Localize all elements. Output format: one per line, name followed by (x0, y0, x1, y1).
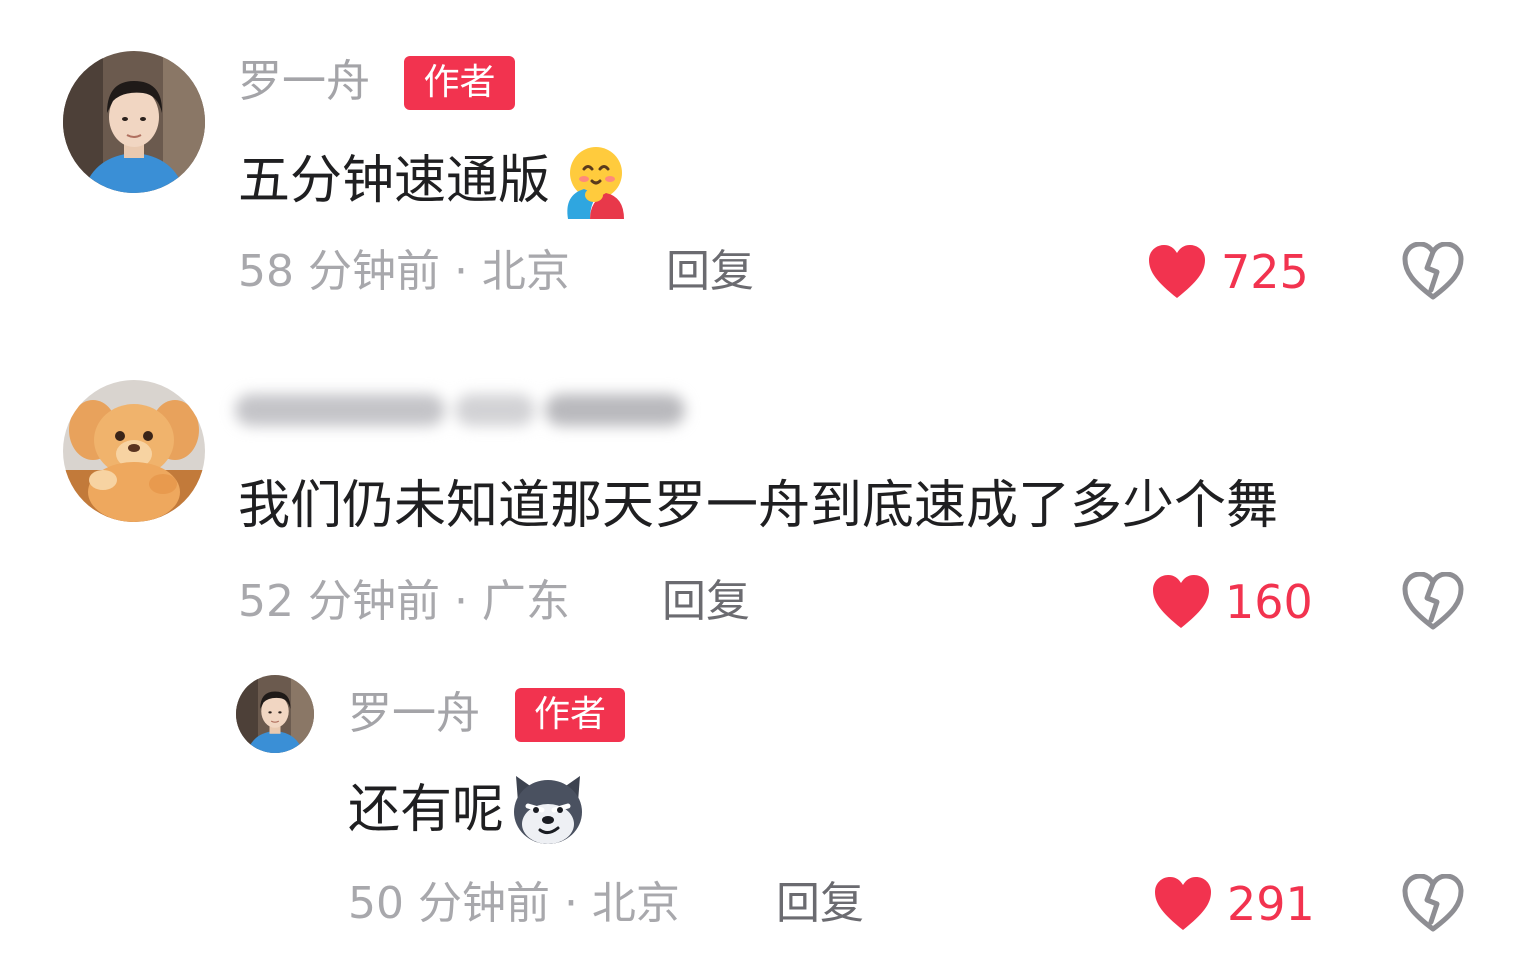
like-button[interactable]: 725 (1147, 244, 1309, 300)
reply-button[interactable]: 回复 (776, 876, 864, 932)
like-button[interactable]: 160 (1151, 574, 1313, 630)
broken-heart-icon[interactable] (1402, 572, 1464, 630)
heart-icon (1147, 244, 1207, 300)
avatar[interactable] (63, 51, 205, 193)
reply-button[interactable]: 回复 (666, 244, 754, 300)
broken-heart-icon[interactable] (1402, 242, 1464, 300)
like-count: 725 (1221, 245, 1309, 299)
author-badge: 作者 (515, 688, 625, 742)
like-count: 291 (1227, 877, 1315, 931)
comment-meta: 50 分钟前 · 北京 (348, 878, 680, 929)
username[interactable]: 罗一舟 (348, 686, 480, 742)
comment-text: 还有呢 (348, 772, 588, 848)
comment-body: 还有呢 (348, 780, 505, 840)
hugging-face-emoji (554, 143, 630, 219)
heart-icon (1151, 574, 1211, 630)
comment-meta: 52 分钟前 · 广东 (238, 576, 570, 627)
avatar[interactable] (236, 675, 314, 753)
avatar[interactable] (63, 380, 205, 522)
reply-button[interactable]: 回复 (662, 574, 750, 630)
comment-list: 罗一舟 作者 五分钟速通版 58 分钟前 · 北京 回复 725 我们仍未知道那… (0, 0, 1531, 960)
comment-body: 我们仍未知道那天罗一舟到底速成了多少个舞 (238, 476, 1279, 536)
blurred-username (235, 380, 690, 438)
username[interactable]: 罗一舟 (238, 54, 370, 110)
comment-text: 我们仍未知道那天罗一舟到底速成了多少个舞 (238, 473, 1278, 539)
comment-body: 五分钟速通版 (238, 151, 551, 211)
broken-heart-icon[interactable] (1402, 874, 1464, 932)
like-count: 160 (1225, 575, 1313, 629)
author-badge: 作者 (404, 56, 515, 110)
smirking-dog-emoji (508, 772, 588, 848)
heart-icon (1153, 876, 1213, 932)
comment-meta: 58 分钟前 · 北京 (238, 246, 570, 297)
comment-text: 五分钟速通版 (238, 143, 630, 219)
like-button[interactable]: 291 (1153, 876, 1315, 932)
